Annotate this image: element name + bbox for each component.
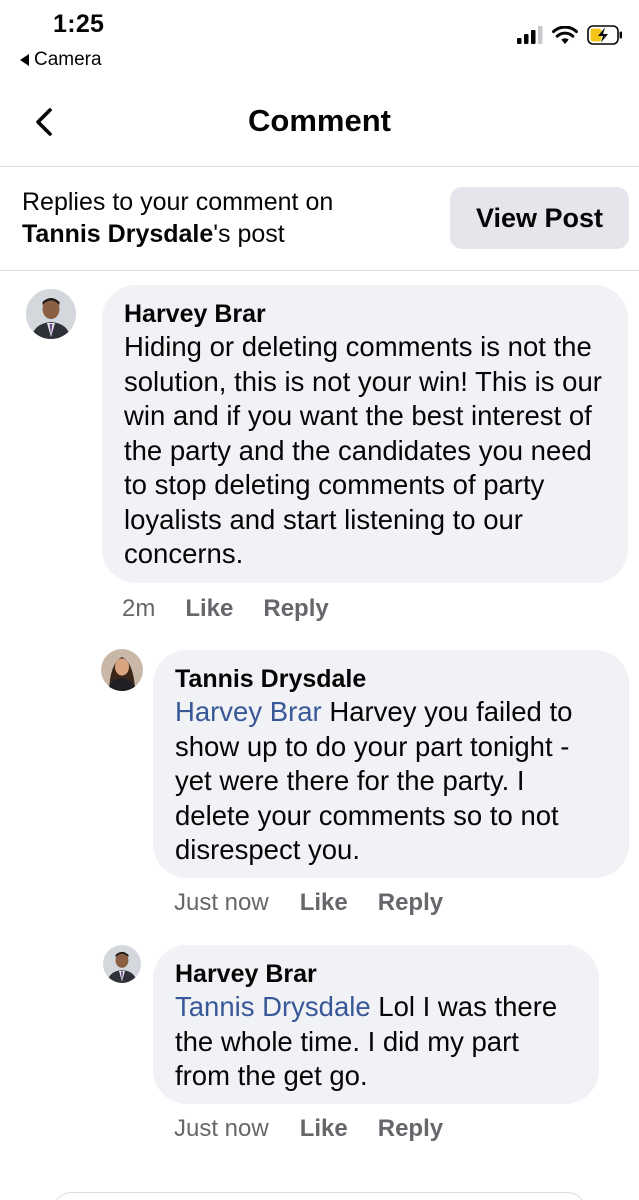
- avatar[interactable]: [103, 945, 141, 983]
- comment-meta: 2m Like Reply: [122, 595, 329, 623]
- profile-photo-icon: [101, 649, 143, 691]
- comment-text: Tannis Drysdale Lol I was there the whol…: [175, 990, 577, 1094]
- battery-charging-icon: [587, 25, 622, 45]
- comment-body: Hiding or deleting comments is not the s…: [124, 331, 602, 569]
- profile-photo-icon: [26, 289, 76, 339]
- comment-author[interactable]: Tannis Drysdale: [175, 663, 607, 695]
- reply-button[interactable]: Reply: [378, 889, 443, 917]
- view-post-button[interactable]: View Post: [450, 187, 629, 249]
- back-app-label: Camera: [34, 49, 102, 70]
- comment-author[interactable]: Harvey Brar: [124, 298, 606, 330]
- comment-bubble: Tannis Drysdale Harvey Brar Harvey you f…: [153, 650, 629, 878]
- comment-author[interactable]: Harvey Brar: [175, 958, 577, 990]
- post-owner-name[interactable]: Tannis Drysdale: [22, 220, 213, 248]
- comment-time: 2m: [122, 595, 156, 622]
- comment-bubble: Harvey Brar Tannis Drysdale Lol I was th…: [153, 945, 599, 1104]
- page-title: Comment: [248, 103, 391, 138]
- avatar[interactable]: [26, 289, 76, 339]
- wifi-icon: [552, 25, 578, 44]
- like-button[interactable]: Like: [300, 889, 348, 917]
- context-description: Replies to your comment on Tannis Drysda…: [22, 186, 333, 250]
- reply-composer[interactable]: [52, 1192, 587, 1200]
- reply-button[interactable]: Reply: [378, 1115, 443, 1143]
- comment-bubble: Harvey Brar Hiding or deleting comments …: [102, 285, 628, 583]
- like-button[interactable]: Like: [300, 1115, 348, 1143]
- post-suffix: 's post: [213, 220, 285, 248]
- context-divider: [0, 270, 639, 271]
- comment-text: Harvey Brar Harvey you failed to show up…: [175, 695, 607, 868]
- cellular-signal-icon: [517, 26, 543, 44]
- profile-photo-icon: [103, 945, 141, 983]
- status-time: 1:25: [53, 10, 105, 38]
- reply-button[interactable]: Reply: [263, 595, 328, 623]
- comment-meta: Just now Like Reply: [174, 1115, 443, 1143]
- context-line1: Replies to your comment on: [22, 188, 334, 216]
- context-line2: Tannis Drysdale's post: [22, 218, 333, 250]
- like-button[interactable]: Like: [185, 595, 233, 623]
- comment-time: Just now: [174, 1115, 269, 1142]
- comment-time: Just now: [174, 889, 269, 916]
- comment-meta: Just now Like Reply: [174, 889, 443, 917]
- status-icons: [517, 25, 623, 45]
- comment-mention[interactable]: Tannis Drysdale: [175, 991, 371, 1022]
- avatar[interactable]: [101, 649, 143, 691]
- back-to-app-link[interactable]: Camera: [20, 49, 102, 71]
- comment-text: Hiding or deleting comments is not the s…: [124, 330, 606, 572]
- comment-mention[interactable]: Harvey Brar: [175, 696, 322, 727]
- back-triangle-icon: [20, 54, 29, 66]
- header-divider: [0, 166, 639, 167]
